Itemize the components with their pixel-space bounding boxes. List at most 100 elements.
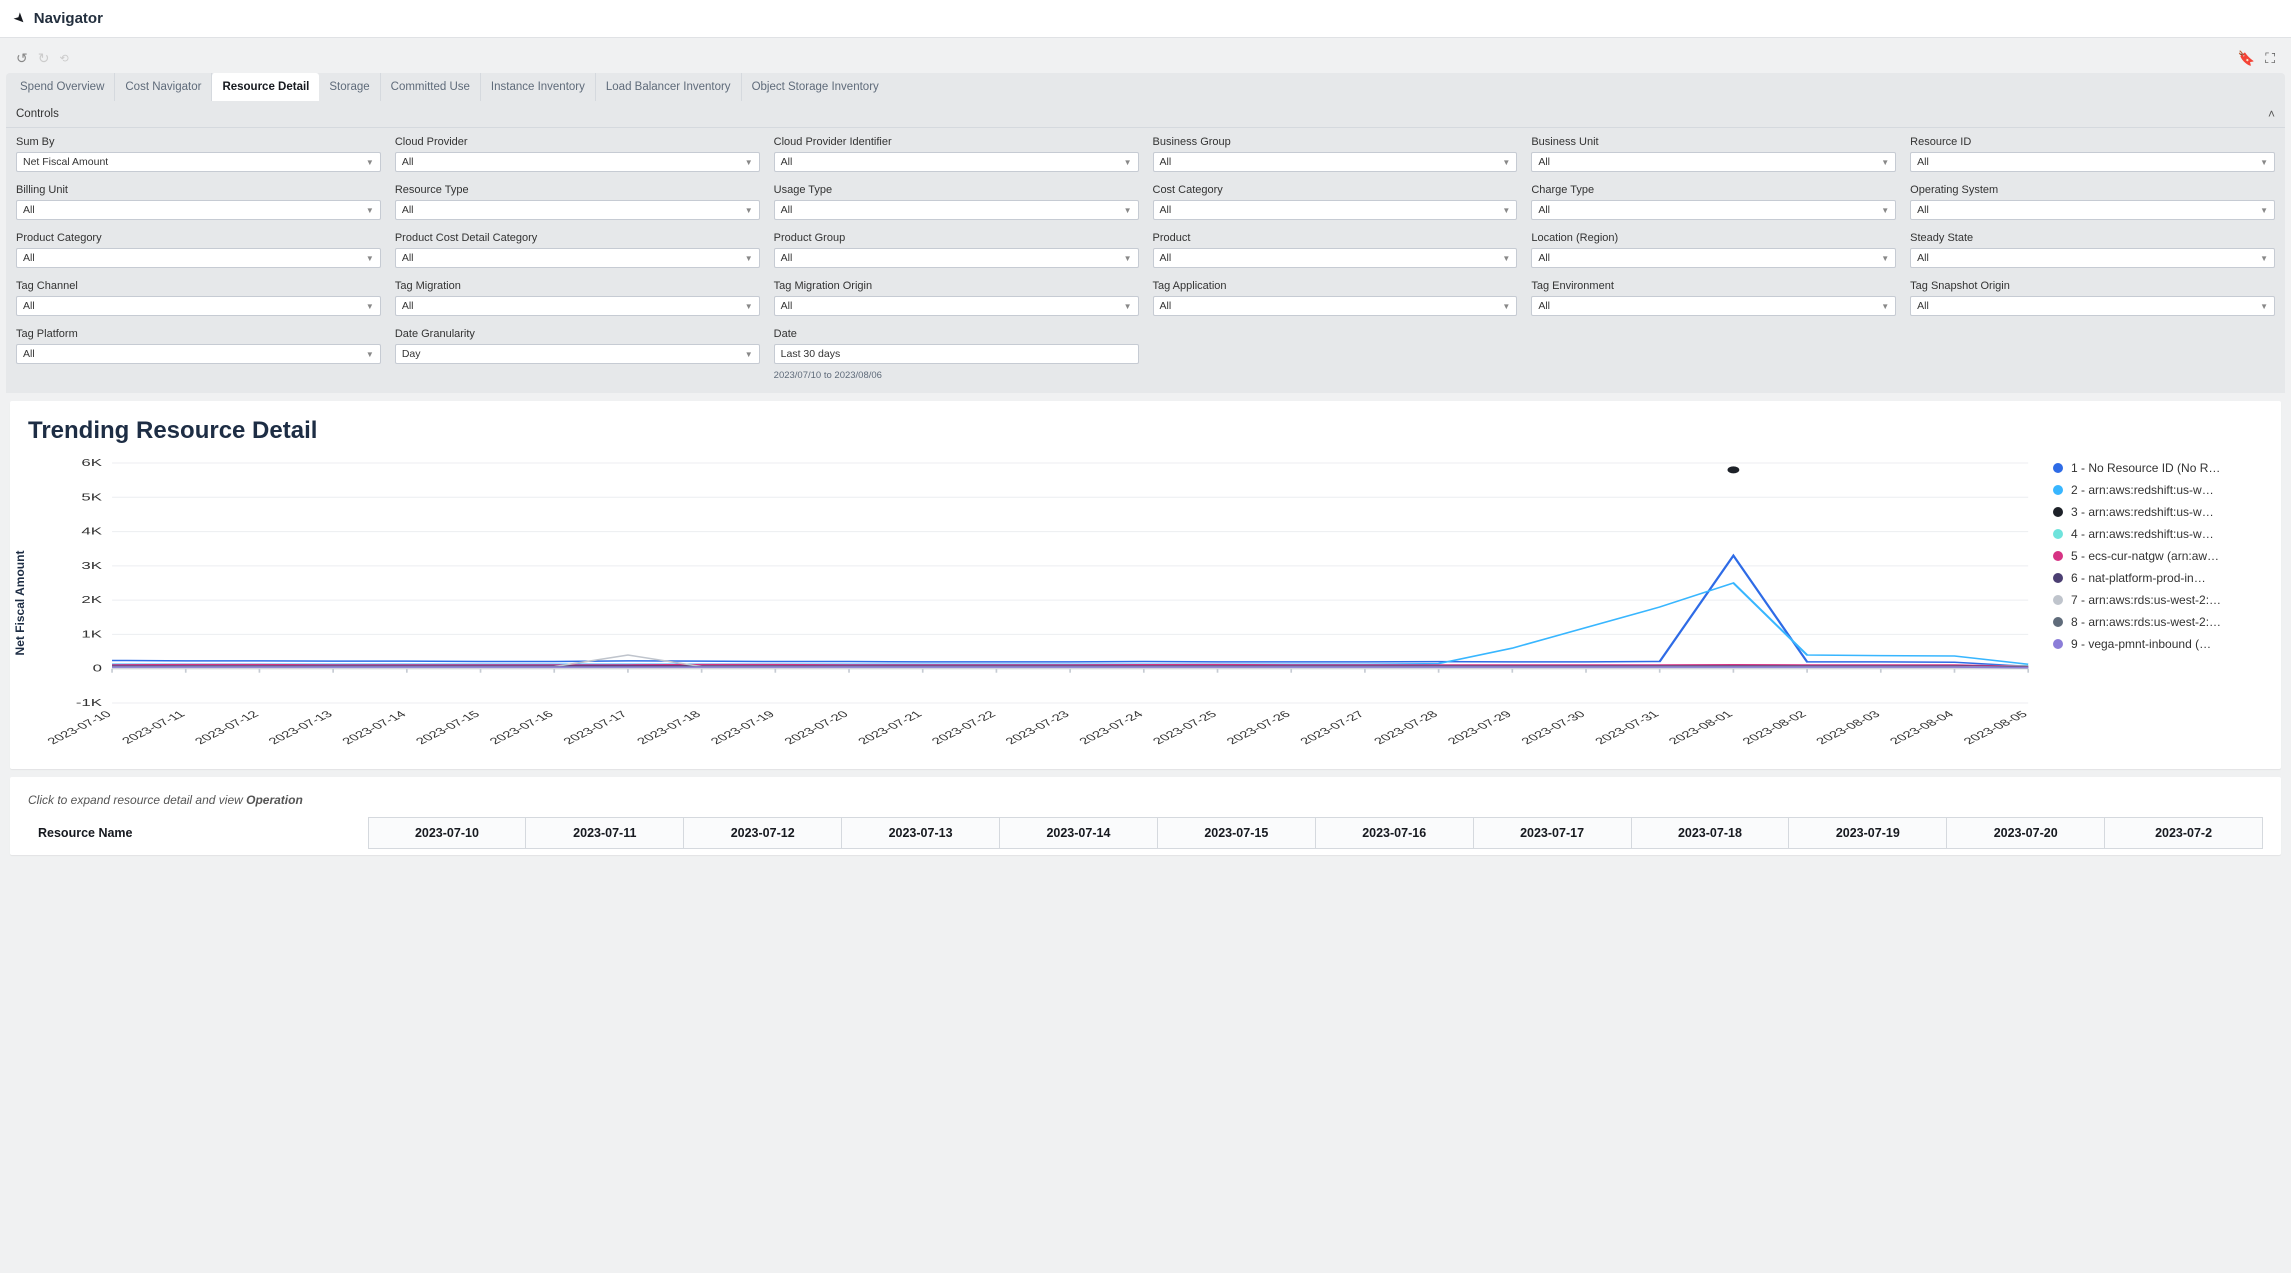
column-date[interactable]: 2023-07-16	[1315, 818, 1473, 849]
filter-select[interactable]: All▼	[395, 152, 760, 172]
legend-item[interactable]: 6 - nat-platform-prod-in…	[2053, 567, 2263, 589]
tab-resource-detail[interactable]: Resource Detail	[211, 73, 319, 101]
tab-storage[interactable]: Storage	[319, 73, 380, 101]
column-date[interactable]: 2023-07-17	[1473, 818, 1631, 849]
filter-select[interactable]: All▼	[1910, 296, 2275, 316]
svg-text:2023-07-30: 2023-07-30	[1518, 709, 1588, 746]
svg-text:2023-07-17: 2023-07-17	[560, 709, 630, 746]
tab-load-balancer-inventory[interactable]: Load Balancer Inventory	[596, 73, 742, 101]
filter-label: Resource Type	[395, 184, 760, 196]
legend-item[interactable]: 5 - ecs-cur-natgw (arn:aw…	[2053, 545, 2263, 567]
tab-object-storage-inventory[interactable]: Object Storage Inventory	[742, 73, 889, 101]
legend-label: 2 - arn:aws:redshift:us-w…	[2071, 483, 2214, 497]
column-date[interactable]: 2023-07-13	[842, 818, 1000, 849]
filter-value: All	[1538, 156, 1550, 168]
filter-label: Tag Environment	[1531, 280, 1896, 292]
filter-select[interactable]: All▼	[395, 248, 760, 268]
filter-value: All	[23, 348, 35, 360]
column-date[interactable]: 2023-07-15	[1157, 818, 1315, 849]
filter-select[interactable]: All▼	[395, 200, 760, 220]
filter-select[interactable]: All▼	[1153, 200, 1518, 220]
filter-input[interactable]: Last 30 days	[774, 344, 1139, 364]
filter-select[interactable]: All▼	[774, 200, 1139, 220]
filter-select[interactable]: All▼	[1910, 200, 2275, 220]
filter-select[interactable]: All▼	[16, 344, 381, 364]
column-date[interactable]: 2023-07-12	[684, 818, 842, 849]
chevron-down-icon: ▼	[2260, 206, 2268, 215]
filter-business-group: Business GroupAll▼	[1153, 136, 1518, 172]
legend-item[interactable]: 9 - vega-pmnt-inbound (…	[2053, 633, 2263, 655]
redo-icon[interactable]: ↻	[38, 50, 50, 67]
svg-text:0: 0	[93, 662, 103, 674]
svg-text:1K: 1K	[81, 628, 102, 640]
column-date[interactable]: 2023-07-20	[1947, 818, 2105, 849]
svg-text:2023-08-05: 2023-08-05	[1960, 709, 2030, 746]
column-resource-name[interactable]: Resource Name	[28, 818, 368, 849]
svg-text:2023-07-10: 2023-07-10	[44, 709, 114, 746]
filter-select[interactable]: All▼	[395, 296, 760, 316]
filter-select[interactable]: Net Fiscal Amount▼	[16, 152, 381, 172]
column-date[interactable]: 2023-07-2	[2105, 818, 2263, 849]
filter-cloud-provider: Cloud ProviderAll▼	[395, 136, 760, 172]
filter-tag-environment: Tag Environment All▼	[1531, 280, 1896, 316]
app-title: Navigator	[34, 10, 103, 27]
tab-spend-overview[interactable]: Spend Overview	[10, 73, 115, 101]
column-date[interactable]: 2023-07-19	[1789, 818, 1947, 849]
column-date[interactable]: 2023-07-10	[368, 818, 526, 849]
tab-instance-inventory[interactable]: Instance Inventory	[481, 73, 596, 101]
filter-select[interactable]: All▼	[774, 248, 1139, 268]
filter-select[interactable]: All▼	[1531, 200, 1896, 220]
chevron-down-icon: ▼	[745, 350, 753, 359]
filter-select[interactable]: Day▼	[395, 344, 760, 364]
filter-select[interactable]: All▼	[1910, 152, 2275, 172]
filter-tag-migration-origin: Tag Migration OriginAll▼	[774, 280, 1139, 316]
filter-select[interactable]: All▼	[1153, 248, 1518, 268]
chevron-up-icon[interactable]: ˄	[2268, 107, 2275, 121]
filter-select[interactable]: All▼	[774, 152, 1139, 172]
filter-select[interactable]: All▼	[1910, 248, 2275, 268]
reset-icon[interactable]: ⟲	[59, 52, 68, 65]
filter-label: Cost Category	[1153, 184, 1518, 196]
chevron-down-icon: ▼	[366, 254, 374, 263]
filter-label: Date	[774, 328, 1139, 340]
filter-label: Tag Channel	[16, 280, 381, 292]
filter-select[interactable]: All▼	[1531, 152, 1896, 172]
filter-select[interactable]: All▼	[16, 248, 381, 268]
filter-select[interactable]: All▼	[16, 200, 381, 220]
filter-value: Last 30 days	[781, 348, 841, 360]
legend-item[interactable]: 8 - arn:aws:rds:us-west-2:…	[2053, 611, 2263, 633]
undo-icon[interactable]: ↺	[16, 50, 28, 67]
legend-label: 1 - No Resource ID (No R…	[2071, 461, 2220, 475]
filter-select[interactable]: All▼	[1153, 152, 1518, 172]
column-date[interactable]: 2023-07-18	[1631, 818, 1789, 849]
filter-label: Business Unit	[1531, 136, 1896, 148]
filter-select[interactable]: All▼	[774, 296, 1139, 316]
svg-text:2023-08-03: 2023-08-03	[1813, 709, 1883, 746]
filter-label: Tag Migration	[395, 280, 760, 292]
fullscreen-icon[interactable]: ⛶	[2265, 50, 2275, 67]
filter-value: All	[402, 204, 414, 216]
legend-item[interactable]: 2 - arn:aws:redshift:us-w…	[2053, 479, 2263, 501]
legend-item[interactable]: 1 - No Resource ID (No R…	[2053, 457, 2263, 479]
column-date[interactable]: 2023-07-14	[1000, 818, 1158, 849]
tab-committed-use[interactable]: Committed Use	[381, 73, 481, 101]
legend-item[interactable]: 4 - arn:aws:redshift:us-w…	[2053, 523, 2263, 545]
svg-text:-1K: -1K	[76, 697, 103, 709]
filter-label: Product	[1153, 232, 1518, 244]
filter-select[interactable]: All▼	[1531, 248, 1896, 268]
chart-plot[interactable]: Net Fiscal Amount -1K01K2K3K4K5K6K2023-0…	[28, 453, 2045, 753]
filter-product: Product All▼	[1153, 232, 1518, 268]
column-date[interactable]: 2023-07-11	[526, 818, 684, 849]
filter-value: Net Fiscal Amount	[23, 156, 108, 168]
filter-tag-platform: Tag PlatformAll▼	[16, 328, 381, 381]
controls-bar[interactable]: Controls ˄	[6, 101, 2285, 128]
filter-select[interactable]: All▼	[1531, 296, 1896, 316]
filter-select[interactable]: All▼	[1153, 296, 1518, 316]
tab-cost-navigator[interactable]: Cost Navigator	[115, 73, 212, 101]
legend-swatch	[2053, 573, 2063, 583]
legend-item[interactable]: 7 - arn:aws:rds:us-west-2:…	[2053, 589, 2263, 611]
legend-item[interactable]: 3 - arn:aws:redshift:us-w…	[2053, 501, 2263, 523]
filter-select[interactable]: All▼	[16, 296, 381, 316]
filter-label: Product Cost Detail Category	[395, 232, 760, 244]
bookmark-icon[interactable]: 🔖	[2238, 50, 2255, 67]
